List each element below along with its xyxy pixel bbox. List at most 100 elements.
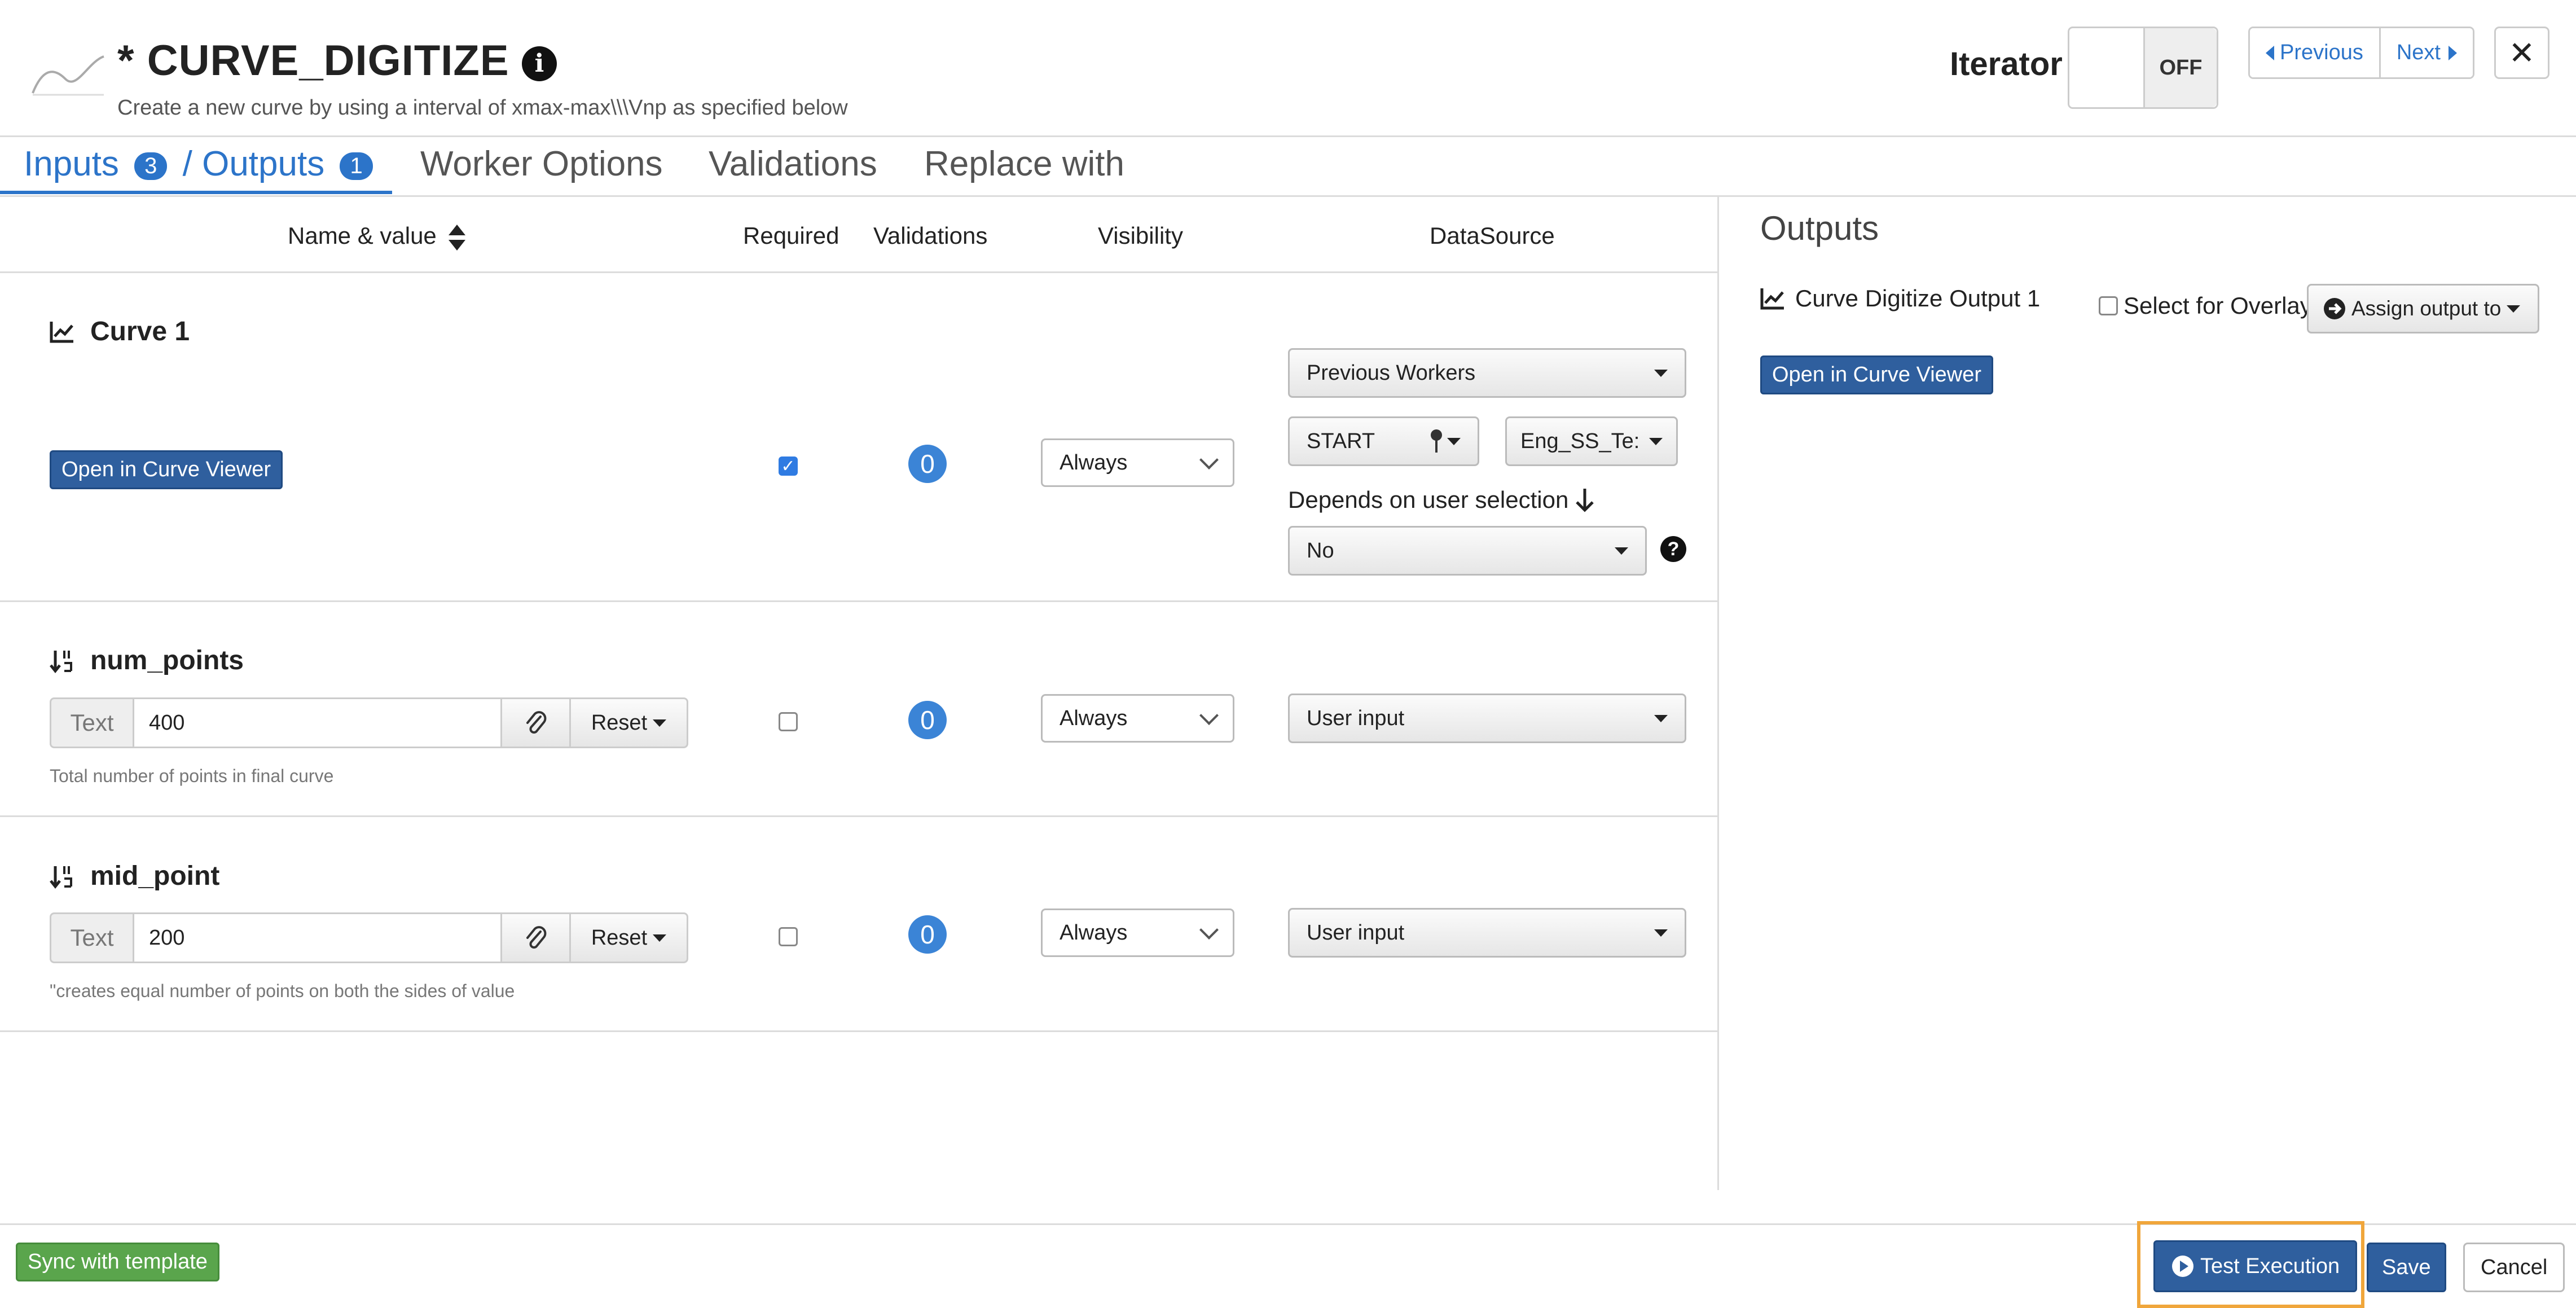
chevron-down-icon <box>1199 450 1219 469</box>
tab-worker-options[interactable]: Worker Options <box>420 144 663 184</box>
start-select[interactable]: START <box>1288 416 1479 466</box>
reset-label: Reset <box>591 710 648 735</box>
visibility-value: Always <box>1060 706 1128 730</box>
page-subtitle: Create a new curve by using a interval o… <box>117 96 848 120</box>
tab-validations[interactable]: Validations <box>709 144 877 184</box>
attach-button[interactable] <box>502 912 571 963</box>
table-header-divider <box>0 271 1718 273</box>
input-type-addon: Text <box>50 697 134 748</box>
required-checkbox[interactable] <box>779 712 798 731</box>
next-button[interactable]: Next <box>2379 28 2473 77</box>
num-points-input-group: Text 400 Reset <box>50 697 688 748</box>
tabs-divider <box>0 195 2576 197</box>
outputs-count-badge: 1 <box>340 152 373 181</box>
header-name-value-label: Name & value <box>288 222 437 249</box>
row-divider <box>0 600 1718 602</box>
question-icon[interactable]: ? <box>1660 536 1686 562</box>
required-checkbox[interactable] <box>779 927 798 946</box>
depends-value: No <box>1307 538 1334 563</box>
row-divider <box>0 815 1718 817</box>
caret-down-icon <box>1615 547 1628 555</box>
row-name: Curve 1 <box>90 317 190 346</box>
header-divider <box>0 135 2576 137</box>
line-chart-icon <box>1760 288 1784 310</box>
reset-label: Reset <box>591 925 648 950</box>
caret-down-icon <box>1654 714 1668 722</box>
mid-point-help: "creates equal number of points on both … <box>50 981 515 1001</box>
header-datasource: DataSource <box>1430 222 1555 249</box>
sort-numeric-icon <box>50 866 72 889</box>
row-divider <box>0 1030 1718 1032</box>
close-button[interactable]: ✕ <box>2494 27 2549 79</box>
pin-dropdown <box>1430 429 1461 454</box>
row-name: num_points <box>90 646 244 675</box>
visibility-select[interactable]: Always <box>1041 438 1234 487</box>
validations-count-badge: 0 <box>908 915 947 954</box>
header-name-value[interactable]: Name & value <box>288 222 466 251</box>
required-checkbox[interactable]: ✓ <box>779 457 798 476</box>
caret-right-icon <box>2448 45 2457 60</box>
depends-text: Depends on user selection <box>1288 486 1569 513</box>
num-points-help: Total number of points in final curve <box>50 766 334 786</box>
toggle-state-label: OFF <box>2145 28 2217 107</box>
visibility-value: Always <box>1060 920 1128 945</box>
visibility-select[interactable]: Always <box>1041 908 1234 957</box>
validations-count-badge: 0 <box>908 445 947 483</box>
assign-label: Assign output to <box>2351 297 2502 320</box>
sort-icon[interactable] <box>449 224 466 251</box>
header-validations: Validations <box>873 222 988 249</box>
depends-select[interactable]: No <box>1288 526 1647 576</box>
reset-button[interactable]: Reset <box>571 912 688 963</box>
tab-inputs-label: Inputs <box>24 144 119 183</box>
test-execution-label: Test Execution <box>2200 1254 2340 1278</box>
header-required: Required <box>743 222 839 249</box>
attach-button[interactable] <box>502 697 571 748</box>
assign-output-button[interactable]: Assign output to <box>2307 284 2539 333</box>
sync-with-template-button[interactable]: Sync with template <box>16 1243 219 1281</box>
save-button[interactable]: Save <box>2367 1243 2446 1292</box>
arrow-circle-right-icon <box>2324 298 2345 319</box>
open-curve-viewer-button[interactable]: Open in Curve Viewer <box>50 450 283 489</box>
datasource-value: User input <box>1307 706 1405 730</box>
row-title-num-points: num_points <box>50 645 244 676</box>
tab-replace-with[interactable]: Replace with <box>924 144 1124 184</box>
active-tab-indicator <box>0 191 392 194</box>
test-execution-button[interactable]: Test Execution <box>2153 1240 2358 1292</box>
mid-point-input-group: Text 200 Reset <box>50 912 688 963</box>
datasource-select[interactable]: User input <box>1288 693 1686 743</box>
toggle-knob <box>2069 28 2145 107</box>
datasource-select[interactable]: Previous Workers <box>1288 348 1686 398</box>
input-type-addon: Text <box>50 912 134 963</box>
tab-separator: / <box>182 144 192 183</box>
caret-left-icon <box>2266 45 2274 60</box>
mid-point-input[interactable]: 200 <box>134 912 502 963</box>
line-chart-icon <box>50 321 73 343</box>
outputs-open-curve-viewer-button[interactable]: Open in Curve Viewer <box>1760 355 1994 394</box>
output-item-label: Curve Digitize Output 1 <box>1795 285 2041 311</box>
visibility-select[interactable]: Always <box>1041 694 1234 743</box>
depends-label: Depends on user selection <box>1288 486 1594 513</box>
overlay-checkbox[interactable] <box>2099 296 2118 315</box>
tab-inputs-outputs[interactable]: Inputs 3 / Outputs 1 <box>24 144 379 184</box>
sort-numeric-icon <box>50 650 72 673</box>
info-icon[interactable]: i <box>522 46 557 81</box>
cancel-button[interactable]: Cancel <box>2463 1243 2565 1292</box>
reset-button[interactable]: Reset <box>571 697 688 748</box>
eng-select[interactable]: Eng_SS_Te: <box>1505 416 1678 466</box>
row-name: mid_point <box>90 861 220 891</box>
outputs-panel-divider <box>1717 195 1719 1190</box>
curve-logo-icon <box>32 55 104 96</box>
caret-down-icon <box>1447 437 1461 445</box>
caret-down-icon <box>2507 305 2521 313</box>
iterator-label: Iterator <box>1950 46 2063 82</box>
caret-down-icon <box>653 719 667 727</box>
overlay-option[interactable]: Select for Overlay <box>2099 292 2312 319</box>
datasource-value: User input <box>1307 920 1405 945</box>
iterator-toggle[interactable]: OFF <box>2068 27 2218 109</box>
num-points-input[interactable]: 400 <box>134 697 502 748</box>
arrow-down-icon <box>1576 489 1594 512</box>
previous-button[interactable]: Previous <box>2250 28 2379 77</box>
overlay-label: Select for Overlay <box>2124 292 2312 319</box>
play-circle-icon <box>2172 1256 2193 1277</box>
datasource-select[interactable]: User input <box>1288 908 1686 958</box>
